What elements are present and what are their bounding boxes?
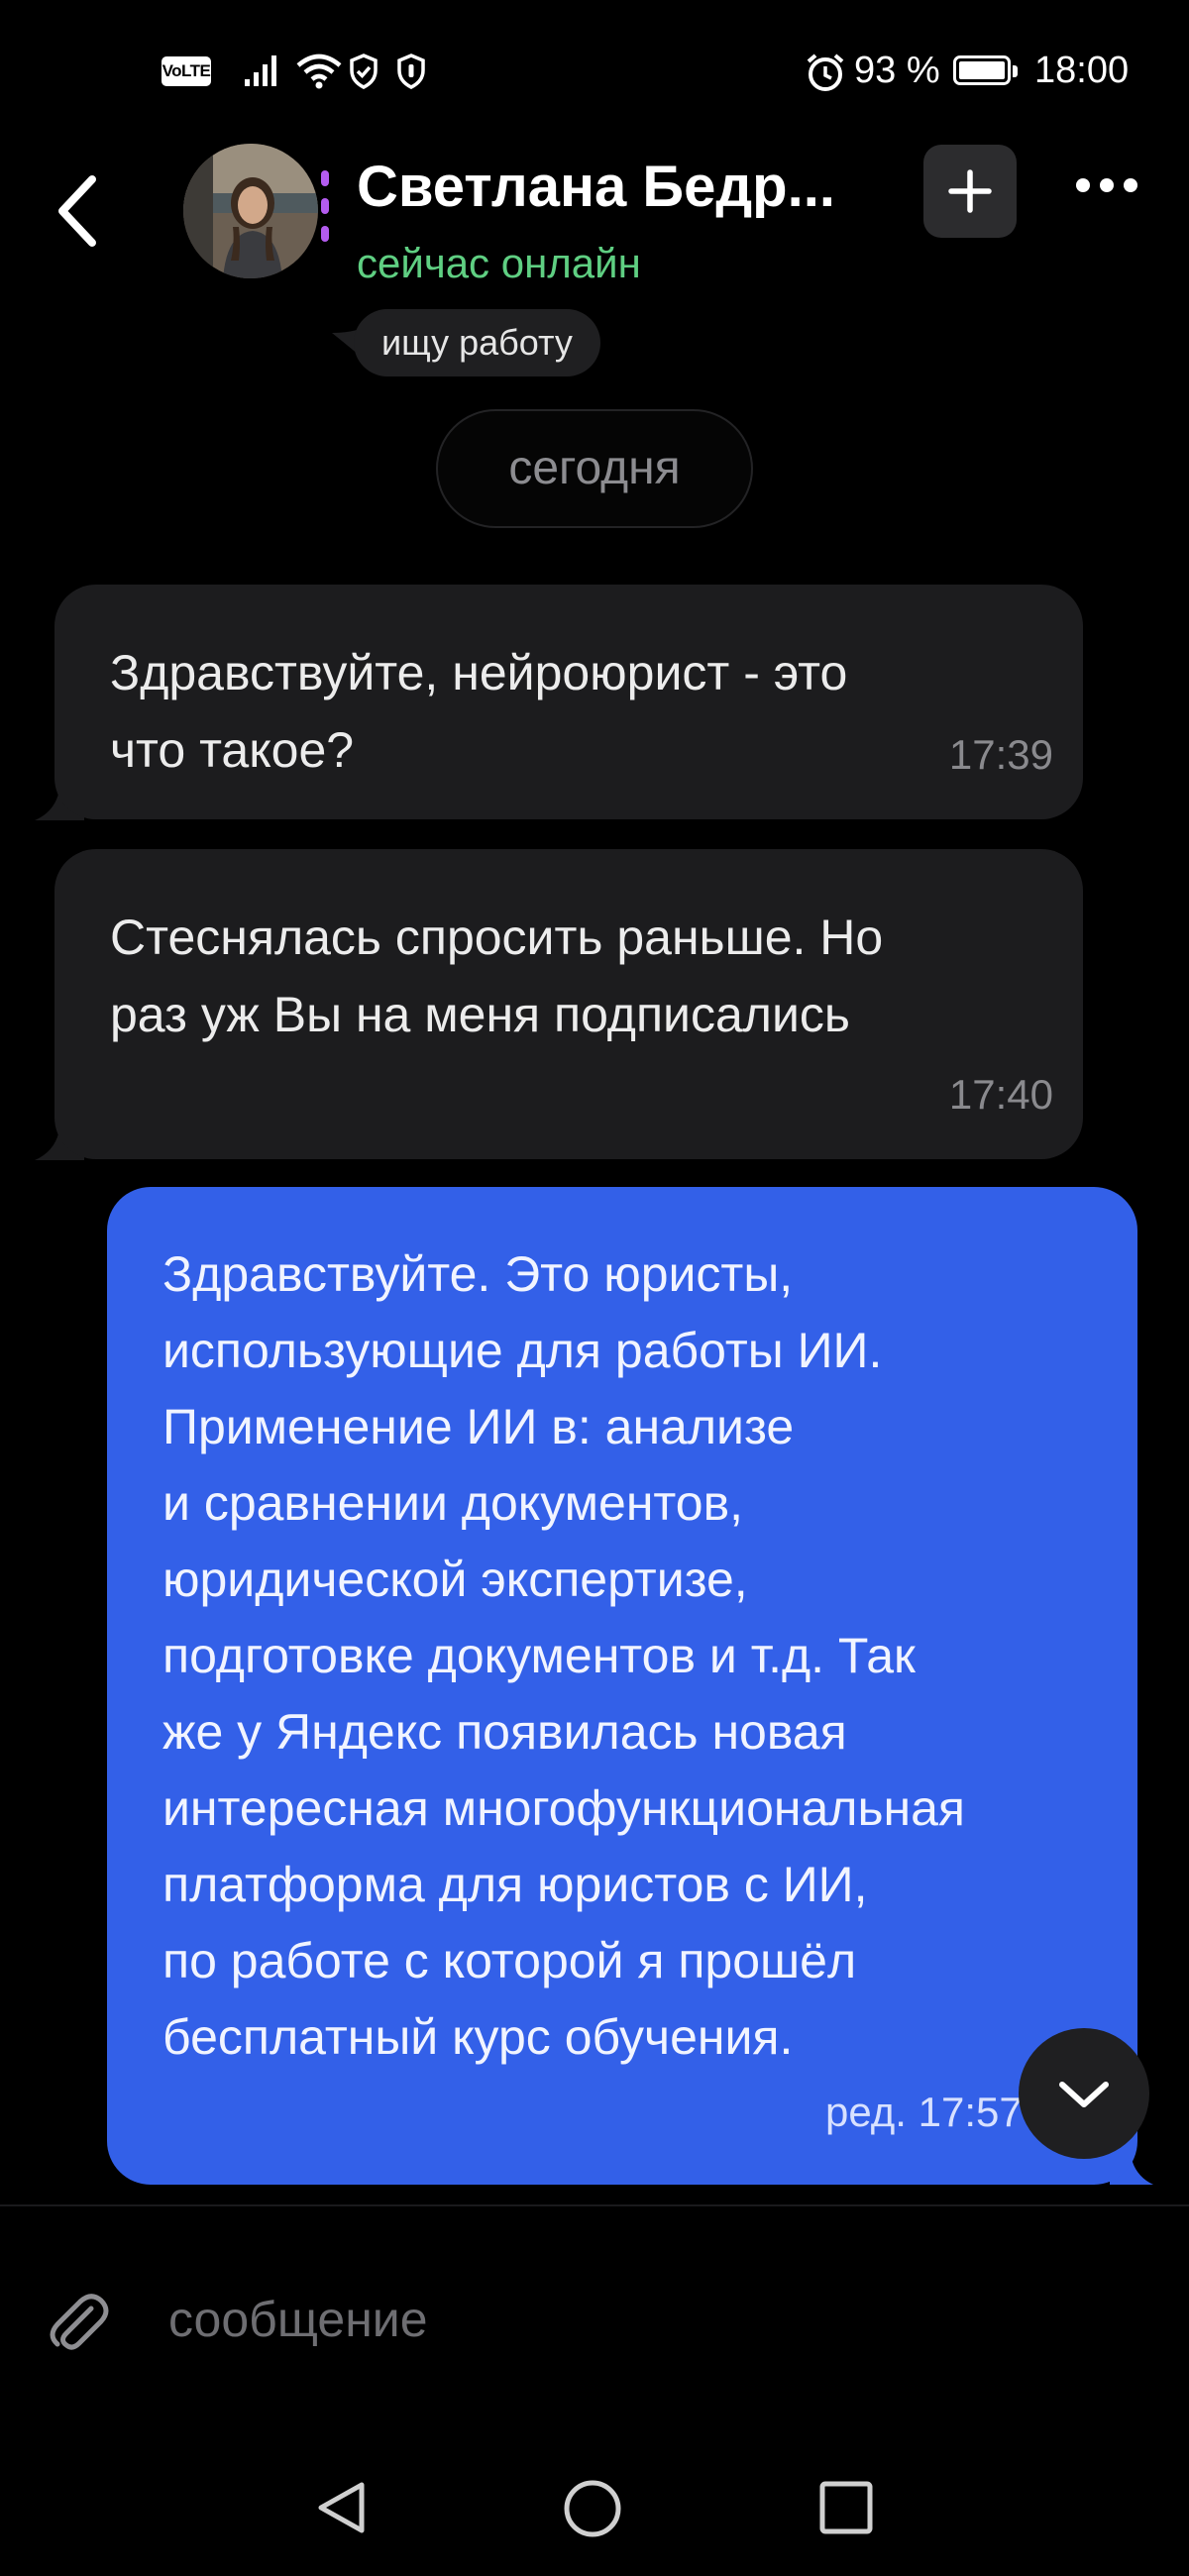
outgoing-message[interactable]: Здравствуйте. Это юристы, использующие д… [107, 1187, 1137, 2185]
nav-home-icon[interactable] [563, 2479, 622, 2538]
status-bar: VoLTE 93 % 18:00 [0, 0, 1189, 149]
date-separator: сегодня [436, 409, 753, 528]
incoming-message[interactable]: Здравствуйте, нейроюрист - это что такое… [54, 585, 1083, 819]
incoming-message[interactable]: Стеснялась спросить раньше. Но раз уж Вы… [54, 849, 1083, 1159]
wifi-icon [296, 54, 342, 89]
message-time: 17:40 [948, 1071, 1053, 1118]
message-text: Стеснялась спросить раньше. Но раз уж Вы… [110, 910, 884, 1042]
volte-icon: VoLTE [162, 56, 211, 86]
battery-icon [953, 55, 1018, 85]
alarm-icon [807, 54, 844, 91]
battery-percent: 93 % [854, 50, 940, 91]
scroll-down-button[interactable] [1019, 2028, 1149, 2159]
attach-icon[interactable] [48, 2289, 109, 2354]
chevron-down-icon [1059, 2082, 1109, 2107]
status-time: 18:00 [1034, 50, 1130, 91]
nav-recent-icon[interactable] [818, 2480, 874, 2535]
status-note: ищу работу [354, 309, 600, 376]
back-icon[interactable] [54, 173, 100, 249]
message-input[interactable] [168, 2283, 1060, 2356]
message-text: Здравствуйте. Это юристы, использующие д… [162, 1246, 966, 2065]
more-icon[interactable] [1075, 174, 1138, 196]
shield-icon [397, 54, 425, 89]
presence-status: сейчас онлайн [357, 240, 641, 286]
message-time: 17:39 [948, 731, 1053, 778]
composer-divider [0, 2204, 1189, 2206]
avatar[interactable] [183, 144, 318, 278]
shield-icon [350, 54, 378, 89]
message-text: Здравствуйте, нейроюрист - это что такое… [110, 645, 848, 778]
message-time: ред. 17:57 [825, 2089, 1023, 2135]
add-button[interactable] [923, 145, 1017, 238]
nav-back-icon[interactable] [315, 2480, 367, 2535]
plus-icon [948, 169, 992, 213]
story-ring-icon [321, 170, 329, 242]
contact-name[interactable]: Светлана Бедр... [357, 154, 835, 220]
signal-icon [245, 55, 276, 86]
